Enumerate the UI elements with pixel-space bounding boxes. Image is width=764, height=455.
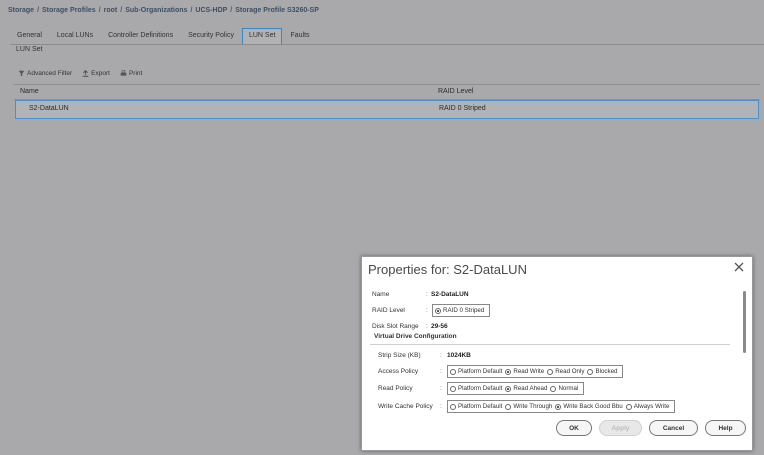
export-label: Export xyxy=(91,70,110,77)
radio-icon xyxy=(505,403,512,410)
cancel-button[interactable]: Cancel xyxy=(649,420,698,436)
print-label: Print xyxy=(128,70,143,77)
export-button[interactable]: Export xyxy=(82,70,110,77)
breadcrumb-ucs-hdp[interactable]: UCS-HDP xyxy=(195,7,227,14)
filter-icon xyxy=(18,70,25,77)
print-icon xyxy=(120,70,127,76)
grid-toolbar: Advanced Filter Export Print xyxy=(18,70,152,77)
breadcrumb-root[interactable]: root xyxy=(104,7,118,14)
radio-icon xyxy=(505,368,512,375)
write-option-platform-default[interactable]: Platform Default xyxy=(450,403,502,410)
raid-level-label: RAID Level xyxy=(372,307,405,314)
disk-slot-range-label: Disk Slot Range xyxy=(372,323,419,330)
row-raid-cell: RAID 0 Striped xyxy=(439,105,486,112)
section-title: Virtual Drive Configuration xyxy=(374,333,457,340)
breadcrumb-storage-profiles[interactable]: Storage Profiles xyxy=(42,7,96,14)
access-option-blocked[interactable]: Blocked xyxy=(587,368,617,375)
write-cache-policy-group: Platform Default Write Through Write Bac… xyxy=(447,400,676,413)
read-option-normal[interactable]: Normal xyxy=(550,385,578,392)
dialog-body: Name : S2-DataLUN RAID Level : RAID 0 St… xyxy=(370,287,744,418)
advanced-filter-button[interactable]: Advanced Filter xyxy=(18,70,72,77)
column-header-name[interactable]: Name xyxy=(20,88,39,95)
section-divider xyxy=(370,344,730,345)
radio-icon xyxy=(547,368,554,375)
access-option-read-write[interactable]: Read Write xyxy=(505,368,544,375)
radio-icon xyxy=(450,385,456,392)
radio-icon xyxy=(550,385,557,392)
name-value: S2-DataLUN xyxy=(431,291,469,298)
disk-slot-range-value: 29-56 xyxy=(431,323,448,330)
access-option-read-only[interactable]: Read Only xyxy=(547,368,584,375)
raid-level-value: RAID 0 Striped xyxy=(443,307,485,314)
apply-button[interactable]: Apply xyxy=(599,420,642,436)
breadcrumb-storage[interactable]: Storage xyxy=(8,7,34,14)
radio-icon xyxy=(450,403,456,410)
row-name-cell: S2-DataLUN xyxy=(29,105,69,112)
breadcrumb: Storage / Storage Profiles / root / Sub-Organi… xyxy=(8,7,319,14)
dialog-scrollbar[interactable] xyxy=(743,291,746,353)
tab-bar: General Local LUNs Controller Definition… xyxy=(10,28,318,45)
write-option-always-write[interactable]: Always Write xyxy=(625,403,669,410)
close-icon[interactable] xyxy=(733,261,745,273)
strip-size-value: 1024KB xyxy=(447,352,471,359)
radio-icon xyxy=(555,403,562,410)
help-button[interactable]: Help xyxy=(705,420,746,436)
dialog-title: Properties for: S2-DataLUN xyxy=(368,262,527,277)
radio-icon xyxy=(625,403,632,410)
access-option-platform-default[interactable]: Platform Default xyxy=(450,368,502,375)
export-icon xyxy=(82,70,89,77)
radio-icon xyxy=(587,368,594,375)
read-option-platform-default[interactable]: Platform Default xyxy=(450,385,502,392)
name-label: Name xyxy=(372,291,390,298)
advanced-filter-label: Advanced Filter xyxy=(27,70,73,77)
radio-icon xyxy=(450,368,456,375)
raid-level-field: RAID 0 Striped xyxy=(432,304,491,317)
write-option-write-back-good-bbu[interactable]: Write Back Good Bbu xyxy=(555,403,623,410)
strip-size-label: Strip Size (KB) xyxy=(378,352,421,359)
read-option-read-ahead[interactable]: Read Ahead xyxy=(505,385,547,392)
dialog-button-row: OK Apply Cancel Help xyxy=(549,420,746,436)
properties-dialog: Properties for: S2-DataLUN Name : S2-Dat… xyxy=(361,256,753,451)
read-policy-group: Platform Default Read Ahead Normal xyxy=(447,382,585,395)
raid-level-radio xyxy=(435,307,441,314)
breadcrumb-storage-profile: Storage Profile S3260-SP xyxy=(235,7,319,14)
subtab-lun-set[interactable]: LUN Set xyxy=(16,46,42,53)
tab-divider xyxy=(10,44,764,45)
write-option-write-through[interactable]: Write Through xyxy=(505,403,552,410)
print-button[interactable]: Print xyxy=(120,70,142,77)
ok-button[interactable]: OK xyxy=(556,420,592,436)
access-policy-group: Platform Default Read Write Read Only Bl… xyxy=(447,365,624,378)
access-policy-label: Access Policy xyxy=(378,368,419,375)
radio-icon xyxy=(505,385,512,392)
write-cache-policy-label: Write Cache Policy xyxy=(378,403,433,410)
read-policy-label: Read Policy xyxy=(378,385,413,392)
tab-lun-set[interactable]: LUN Set xyxy=(241,28,283,45)
column-header-raid-level[interactable]: RAID Level xyxy=(438,88,473,95)
grid-header: Name RAID Level xyxy=(14,84,760,100)
table-row[interactable]: S2-DataLUN RAID 0 Striped xyxy=(15,100,759,119)
breadcrumb-sub-organizations[interactable]: Sub-Organizations xyxy=(125,7,187,14)
